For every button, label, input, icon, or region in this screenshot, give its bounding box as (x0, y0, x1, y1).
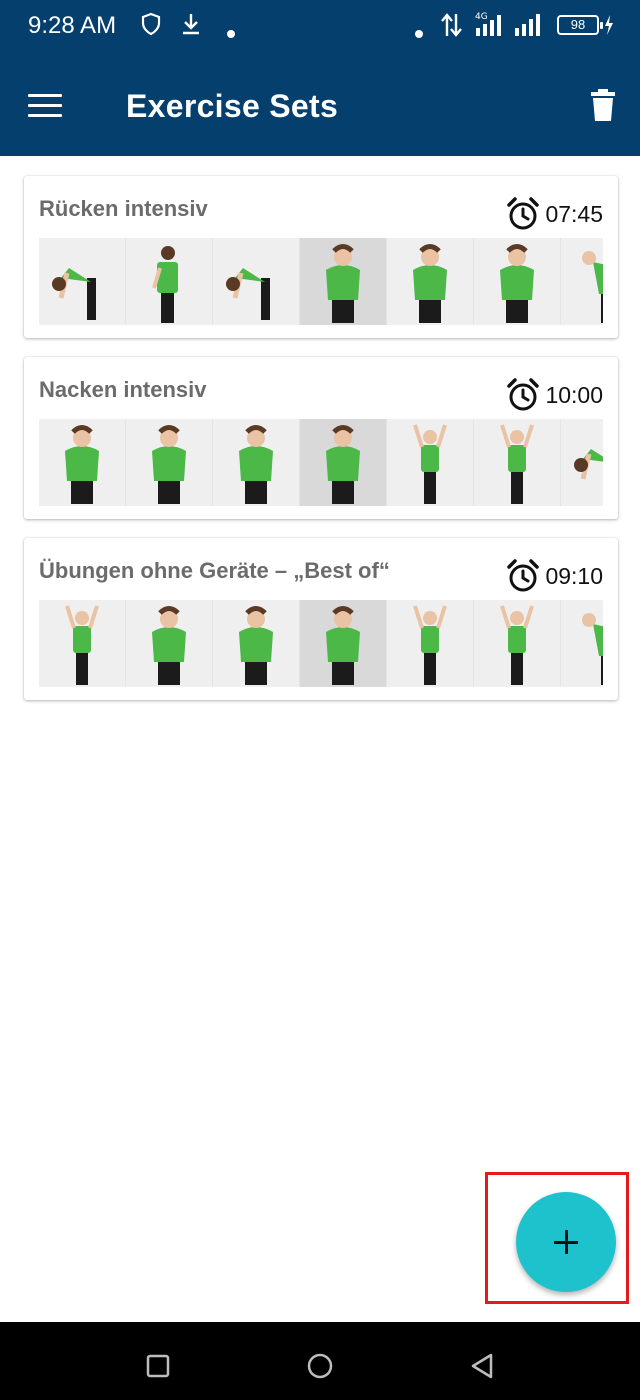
exercise-thumbnail (387, 600, 474, 687)
exercise-thumbnail (213, 600, 300, 687)
shield-icon (140, 12, 162, 42)
duration-text: 09:10 (545, 562, 603, 589)
exercise-thumbnail (39, 238, 126, 325)
alarm-clock-icon (505, 558, 541, 594)
exercise-thumbnail (39, 600, 126, 687)
exercise-thumbnail (39, 419, 126, 506)
exercise-set-card[interactable]: Nacken intensiv 10:00 (24, 357, 618, 519)
exercise-set-title: Übungen ohne Geräte – „Best of“ (39, 558, 390, 583)
alarm-clock-icon (505, 196, 541, 232)
exercise-thumbnail (213, 238, 300, 325)
data-transfer-icon (440, 12, 464, 44)
exercise-thumbnails (39, 600, 603, 687)
exercise-thumbnail (561, 238, 603, 325)
exercise-thumbnail (387, 419, 474, 506)
alarm-clock-icon (505, 377, 541, 413)
svg-text:4G: 4G (475, 12, 488, 22)
app-bar: 9:28 AM 4G 98 Exercise Sets (0, 0, 640, 156)
exercise-thumbnail (561, 600, 603, 687)
exercise-thumbnail (561, 419, 603, 506)
status-bar: 9:28 AM 4G 98 (0, 0, 640, 52)
exercise-thumbnail (300, 238, 387, 325)
exercise-set-title: Rücken intensiv (39, 196, 208, 221)
recent-apps-icon[interactable] (136, 1344, 180, 1388)
exercise-thumbnail (300, 600, 387, 687)
status-time: 9:28 AM (28, 12, 117, 39)
exercise-set-duration: 10:00 (505, 377, 603, 413)
back-icon[interactable] (460, 1344, 504, 1388)
dot-icon (414, 19, 424, 45)
system-nav-bar (0, 1322, 640, 1400)
download-icon (180, 12, 202, 42)
exercise-thumbnail (126, 419, 213, 506)
exercise-thumbnail (213, 419, 300, 506)
exercise-thumbnail (126, 238, 213, 325)
duration-text: 10:00 (545, 381, 603, 408)
menu-icon[interactable] (26, 92, 66, 120)
exercise-thumbnail (300, 419, 387, 506)
exercise-set-title: Nacken intensiv (39, 377, 207, 402)
exercise-thumbnail (126, 600, 213, 687)
signal-icon (513, 12, 547, 44)
exercise-set-list: Rücken intensiv 07:45 Nacken intensiv 10… (24, 176, 618, 719)
exercise-set-duration: 09:10 (505, 558, 603, 594)
exercise-thumbnail (474, 238, 561, 325)
home-icon[interactable] (298, 1344, 342, 1388)
exercise-thumbnail (387, 238, 474, 325)
signal-4g-icon: 4G (474, 10, 508, 44)
exercise-set-card[interactable]: Rücken intensiv 07:45 (24, 176, 618, 338)
battery-icon: 98 (557, 15, 603, 35)
page-title: Exercise Sets (126, 88, 339, 124)
add-exercise-set-button[interactable] (516, 1192, 616, 1292)
duration-text: 07:45 (545, 200, 603, 227)
charging-icon (603, 14, 615, 42)
dot-icon (226, 19, 236, 45)
exercise-thumbnails (39, 238, 603, 325)
trash-icon[interactable] (584, 86, 622, 124)
exercise-set-card[interactable]: Übungen ohne Geräte – „Best of“ 09:10 (24, 538, 618, 700)
exercise-thumbnail (474, 600, 561, 687)
exercise-thumbnails (39, 419, 603, 506)
exercise-set-duration: 07:45 (505, 196, 603, 232)
exercise-thumbnail (474, 419, 561, 506)
